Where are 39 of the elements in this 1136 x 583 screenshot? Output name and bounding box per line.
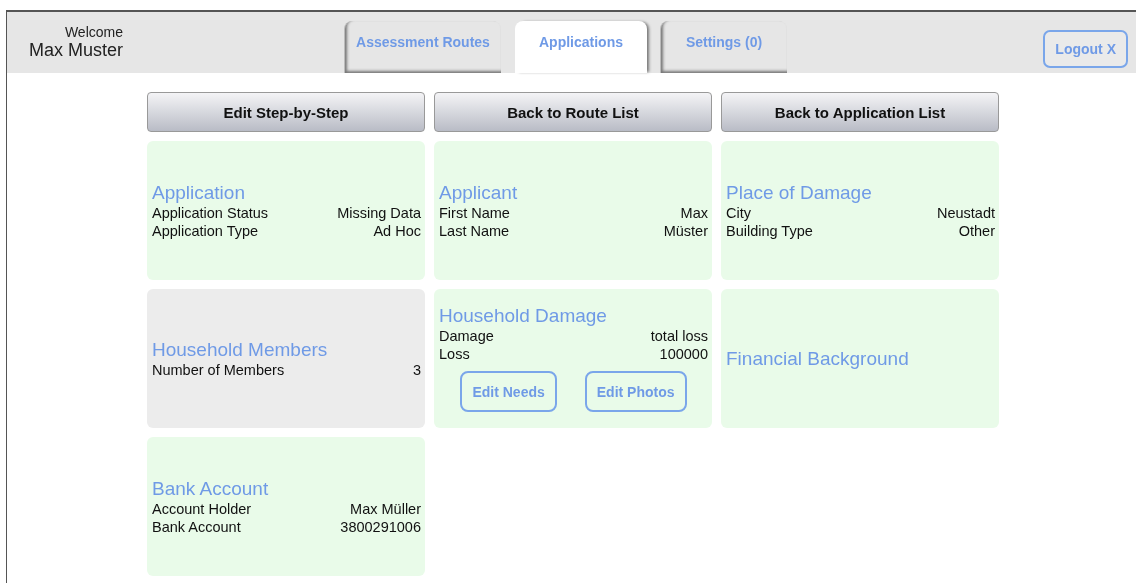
card-title: Application: [152, 181, 246, 204]
field-label: Account Holder: [152, 499, 252, 518]
action-button[interactable]: Back to Route List: [434, 92, 712, 132]
field-label: Loss: [439, 345, 470, 363]
card-title: Financial Background: [726, 347, 910, 370]
field-value: 3800291006: [340, 517, 421, 536]
welcome-label: Welcome: [64, 24, 123, 40]
field-label: First Name: [439, 203, 510, 222]
field-label: Application Type: [152, 221, 259, 240]
action-button[interactable]: Edit Step-by-Step: [147, 92, 425, 132]
info-card[interactable]: Applicant First Name Max Last Name Müster: [434, 141, 712, 280]
field-value: Max Müller: [350, 499, 421, 518]
field-value: Max: [680, 203, 708, 222]
field-label: Bank Account: [152, 517, 241, 536]
action-button[interactable]: Back to Application List: [721, 92, 999, 132]
field-label: Application Status: [152, 203, 269, 222]
field-value: Missing Data: [337, 203, 421, 222]
card-title: Household Members: [152, 338, 329, 361]
field-label: Number of Members: [152, 360, 285, 379]
info-card[interactable]: Place of Damage City Neustadt Building Type Other: [721, 141, 999, 280]
field-label: Damage: [439, 327, 494, 345]
info-card[interactable]: Application Application Status Missing Data Application Type Ad Hoc: [147, 141, 425, 280]
card-title: Place of Damage: [726, 181, 873, 204]
field-label: City: [726, 203, 751, 222]
field-value: Neustadt: [936, 203, 995, 222]
card-title: Applicant: [439, 181, 519, 204]
field-label: Building Type: [726, 221, 813, 240]
info-card[interactable]: Bank Account Account Holder Max Müller Bank Account 3800291006: [147, 437, 425, 576]
field-value: 100000: [659, 345, 708, 363]
field-label: Last Name: [439, 221, 510, 240]
field-value: 3: [412, 360, 421, 379]
field-value: Other: [958, 221, 995, 240]
card-title: Household Damage: [439, 305, 608, 327]
field-value: total loss: [650, 327, 708, 345]
field-value: Müster: [663, 221, 708, 240]
field-value: Ad Hoc: [373, 221, 421, 240]
user-name: Max Muster: [28, 40, 123, 61]
info-card[interactable]: Household Members Number of Members 3: [147, 289, 425, 428]
card-title: Bank Account: [152, 477, 270, 500]
